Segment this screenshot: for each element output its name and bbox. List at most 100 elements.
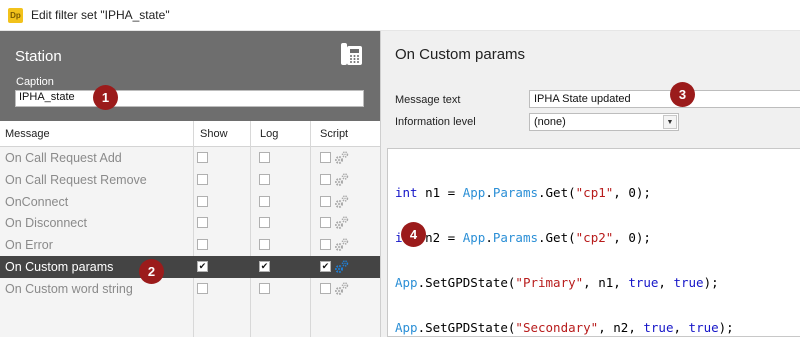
code-line-4: App.SetGPDState("Secondary", n2, true, t… bbox=[395, 320, 799, 335]
column-script: Script bbox=[320, 128, 349, 140]
message-text-label: Message text bbox=[395, 94, 461, 106]
detail-title: On Custom params bbox=[395, 46, 526, 63]
code-token: , 0); bbox=[613, 230, 651, 245]
script-gear-icon[interactable] bbox=[334, 172, 349, 187]
list-item[interactable]: On Error bbox=[0, 234, 380, 256]
script-checkbox[interactable] bbox=[320, 195, 331, 207]
code-token: true bbox=[688, 320, 719, 335]
window-title: Edit filter set "IPHA_state" bbox=[31, 8, 170, 22]
message-label: On Custom params bbox=[5, 259, 114, 274]
log-checkbox[interactable] bbox=[259, 239, 270, 251]
log-checkbox[interactable] bbox=[259, 217, 270, 229]
information-level-label: Information level bbox=[395, 116, 476, 128]
code-token: .Get( bbox=[538, 185, 576, 200]
list-item[interactable]: On Custom params ✔ ✔ ✔ bbox=[0, 255, 380, 278]
left-panel: Station Caption IPHA_state Message Show … bbox=[0, 31, 381, 337]
title-bar: Dp Edit filter set "IPHA_state" bbox=[0, 0, 800, 31]
list-item[interactable]: On Call Request Add bbox=[0, 147, 380, 169]
column-message: Message bbox=[5, 128, 50, 140]
code-token: true bbox=[673, 275, 704, 290]
code-token: int bbox=[395, 185, 418, 200]
code-token: "cp2" bbox=[575, 230, 614, 245]
script-checkbox[interactable] bbox=[320, 152, 331, 163]
list-item[interactable]: On Custom word string bbox=[0, 278, 380, 300]
code-token: ); bbox=[703, 275, 719, 290]
information-level-select[interactable]: (none) ▼ bbox=[529, 113, 679, 131]
show-checkbox[interactable] bbox=[197, 173, 208, 185]
show-checkbox[interactable] bbox=[197, 282, 208, 294]
script-gear-icon[interactable] bbox=[334, 259, 349, 274]
list-item[interactable]: On Call Request Remove bbox=[0, 169, 380, 191]
log-checkbox[interactable] bbox=[259, 152, 270, 163]
dropdown-arrow-icon[interactable]: ▼ bbox=[663, 115, 677, 129]
message-table-header: Message Show Log Script bbox=[0, 121, 380, 147]
right-panel: On Custom params Message text IPHA State… bbox=[381, 31, 800, 337]
script-checkbox[interactable] bbox=[320, 173, 331, 185]
show-checkbox[interactable] bbox=[197, 195, 208, 207]
script-gear-icon[interactable] bbox=[334, 237, 349, 252]
code-token: ); bbox=[718, 320, 734, 335]
show-checkbox[interactable]: ✔ bbox=[197, 260, 208, 272]
code-token: "cp1" bbox=[575, 185, 614, 200]
callout-badge-3: 3 bbox=[670, 82, 695, 107]
script-gear-icon[interactable] bbox=[334, 215, 349, 230]
message-label: On Error bbox=[5, 238, 53, 253]
callout-badge-4: 4 bbox=[401, 222, 426, 247]
log-checkbox[interactable] bbox=[259, 195, 270, 207]
script-checkbox[interactable] bbox=[320, 282, 331, 294]
code-token: , bbox=[673, 320, 689, 335]
callout-badge-1: 1 bbox=[93, 85, 118, 110]
information-level-value: (none) bbox=[534, 116, 566, 128]
log-checkbox[interactable] bbox=[259, 173, 270, 185]
code-token: , bbox=[658, 275, 674, 290]
code-token: , n2, bbox=[598, 320, 644, 335]
code-token: App bbox=[462, 185, 486, 200]
show-checkbox[interactable] bbox=[197, 217, 208, 229]
code-token: App bbox=[395, 320, 418, 335]
log-checkbox[interactable] bbox=[259, 282, 270, 294]
code-token: App bbox=[462, 230, 486, 245]
callout-badge-2: 2 bbox=[139, 259, 164, 284]
code-token: . bbox=[485, 185, 493, 200]
code-token: , 0); bbox=[613, 185, 651, 200]
message-label: OnConnect bbox=[5, 194, 69, 209]
code-token: Params bbox=[492, 185, 538, 200]
message-label: On Disconnect bbox=[5, 216, 87, 231]
script-checkbox[interactable]: ✔ bbox=[320, 260, 331, 272]
column-show: Show bbox=[200, 128, 228, 140]
station-title: Station bbox=[15, 48, 62, 65]
list-item[interactable]: On Disconnect bbox=[0, 212, 380, 234]
code-token: .SetGPDState( bbox=[417, 275, 516, 290]
code-token: App bbox=[395, 275, 418, 290]
list-item[interactable]: OnConnect bbox=[0, 191, 380, 213]
message-text-input[interactable]: IPHA State updated bbox=[529, 90, 800, 108]
code-token: , n1, bbox=[583, 275, 629, 290]
code-token: true bbox=[643, 320, 674, 335]
station-header: Station Caption IPHA_state bbox=[0, 31, 380, 121]
script-checkbox[interactable] bbox=[320, 217, 331, 229]
code-token: .SetGPDState( bbox=[417, 320, 516, 335]
script-gear-icon[interactable] bbox=[334, 150, 349, 165]
caption-input[interactable]: IPHA_state bbox=[15, 90, 364, 107]
script-gear-icon[interactable] bbox=[334, 194, 349, 209]
code-line-1: int n1 = App.Params.Get("cp1", 0); bbox=[395, 185, 799, 200]
script-checkbox[interactable] bbox=[320, 239, 331, 251]
show-checkbox[interactable] bbox=[197, 239, 208, 251]
script-gear-icon[interactable] bbox=[334, 281, 349, 296]
code-token: "Primary" bbox=[515, 275, 584, 290]
column-log: Log bbox=[260, 128, 279, 140]
code-token: n1 = bbox=[417, 185, 463, 200]
log-checkbox[interactable]: ✔ bbox=[259, 260, 270, 272]
code-token: . bbox=[485, 230, 493, 245]
show-checkbox[interactable] bbox=[197, 152, 208, 163]
code-token: true bbox=[628, 275, 659, 290]
script-editor[interactable]: int n1 = App.Params.Get("cp1", 0); int n… bbox=[387, 148, 800, 337]
code-token: "Secondary" bbox=[515, 320, 599, 335]
code-line-3: App.SetGPDState("Primary", n1, true, tru… bbox=[395, 275, 799, 290]
desk-phone-icon bbox=[341, 43, 362, 65]
code-token: Params bbox=[492, 230, 538, 245]
code-token: .Get( bbox=[538, 230, 576, 245]
message-label: On Custom word string bbox=[5, 281, 133, 296]
message-list: On Call Request Add On Call Request Remov… bbox=[0, 147, 380, 300]
app-icon: Dp bbox=[8, 7, 23, 23]
